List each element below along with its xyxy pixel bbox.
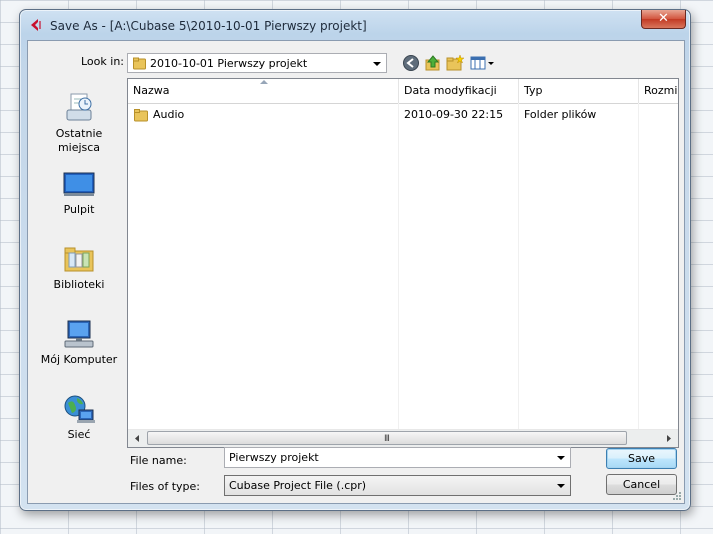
look-in-value: 2010-10-01 Pierwszy projekt bbox=[150, 57, 308, 70]
column-header-row: Nazwa Data modyfikacji Typ Rozmi bbox=[128, 79, 678, 104]
file-name-label: File name: bbox=[130, 454, 187, 467]
scrollbar-thumb[interactable]: III bbox=[147, 431, 627, 445]
file-type-value: Cubase Project File (.cpr) bbox=[229, 479, 367, 492]
place-libraries[interactable]: Biblioteki bbox=[35, 243, 123, 292]
column-divider bbox=[638, 103, 639, 429]
folder-icon bbox=[133, 57, 146, 70]
computer-icon bbox=[64, 320, 94, 348]
place-label: Sieć bbox=[67, 428, 91, 441]
window-title: Save As - [A:\Cubase 5\2010-10-01 Pierws… bbox=[50, 19, 367, 33]
cubase-logo-icon bbox=[31, 19, 41, 31]
view-menu-icon[interactable] bbox=[470, 54, 496, 72]
scroll-left-icon[interactable] bbox=[129, 431, 145, 446]
place-label: Pulpit bbox=[63, 203, 95, 216]
place-desktop[interactable]: Pulpit bbox=[35, 168, 123, 217]
place-label: Biblioteki bbox=[53, 278, 105, 291]
file-list[interactable]: Nazwa Data modyfikacji Typ Rozmi Audio 2… bbox=[127, 78, 679, 448]
cancel-button[interactable]: Cancel bbox=[606, 474, 677, 495]
scroll-right-icon[interactable] bbox=[661, 431, 677, 446]
file-type-cell: Folder plików bbox=[524, 108, 597, 121]
chevron-down-icon bbox=[373, 62, 381, 66]
column-divider bbox=[398, 103, 399, 429]
resize-grip-icon[interactable] bbox=[672, 491, 682, 501]
close-button[interactable]: ✕ bbox=[641, 10, 686, 29]
file-name-cell: Audio bbox=[153, 108, 185, 121]
chevron-down-icon[interactable] bbox=[557, 456, 565, 460]
column-header-modified[interactable]: Data modyfikacji bbox=[399, 79, 519, 103]
new-folder-icon[interactable] bbox=[446, 54, 464, 72]
sort-ascending-icon bbox=[260, 80, 268, 84]
file-row[interactable]: Audio 2010-09-30 22:15 Folder plików bbox=[128, 105, 678, 125]
place-label: Ostatnie miejsca bbox=[55, 127, 103, 154]
file-type-dropdown[interactable]: Cubase Project File (.cpr) bbox=[224, 475, 571, 496]
save-button[interactable]: Save bbox=[606, 448, 677, 469]
network-icon bbox=[64, 395, 95, 423]
place-computer[interactable]: Mój Komputer bbox=[35, 318, 123, 367]
folder-icon bbox=[134, 109, 148, 122]
file-name-input[interactable]: Pierwszy projekt bbox=[224, 447, 571, 468]
place-recent[interactable]: Ostatnie miejsca bbox=[35, 92, 123, 155]
chevron-down-icon bbox=[557, 484, 565, 488]
column-divider bbox=[518, 103, 519, 429]
place-network[interactable]: Sieć bbox=[35, 393, 123, 442]
file-name-value: Pierwszy projekt bbox=[229, 451, 319, 464]
scrollbar-grip: III bbox=[384, 434, 390, 444]
look-in-label: Look in: bbox=[81, 55, 124, 68]
desktop-icon bbox=[63, 172, 95, 196]
title-bar[interactable]: Save As - [A:\Cubase 5\2010-10-01 Pierws… bbox=[20, 10, 690, 40]
column-header-type[interactable]: Typ bbox=[519, 79, 639, 103]
dialog-body: Look in: 2010-10-01 Pierwszy projekt Ost… bbox=[27, 40, 685, 504]
column-header-size[interactable]: Rozmi bbox=[639, 79, 679, 103]
horizontal-scrollbar[interactable]: III bbox=[128, 429, 678, 447]
place-label: Mój Komputer bbox=[40, 353, 118, 366]
places-bar: Ostatnie miejsca Pulpit Biblioteki Mój K… bbox=[35, 78, 123, 443]
back-icon[interactable] bbox=[402, 54, 420, 72]
save-as-dialog: Save As - [A:\Cubase 5\2010-10-01 Pierws… bbox=[19, 9, 691, 511]
up-folder-icon[interactable] bbox=[424, 54, 442, 72]
libraries-icon bbox=[64, 247, 94, 272]
file-type-label: Files of type: bbox=[130, 480, 201, 493]
look-in-dropdown[interactable]: 2010-10-01 Pierwszy projekt bbox=[127, 53, 387, 73]
file-modified-cell: 2010-09-30 22:15 bbox=[404, 108, 504, 121]
recent-places-icon bbox=[66, 93, 92, 121]
